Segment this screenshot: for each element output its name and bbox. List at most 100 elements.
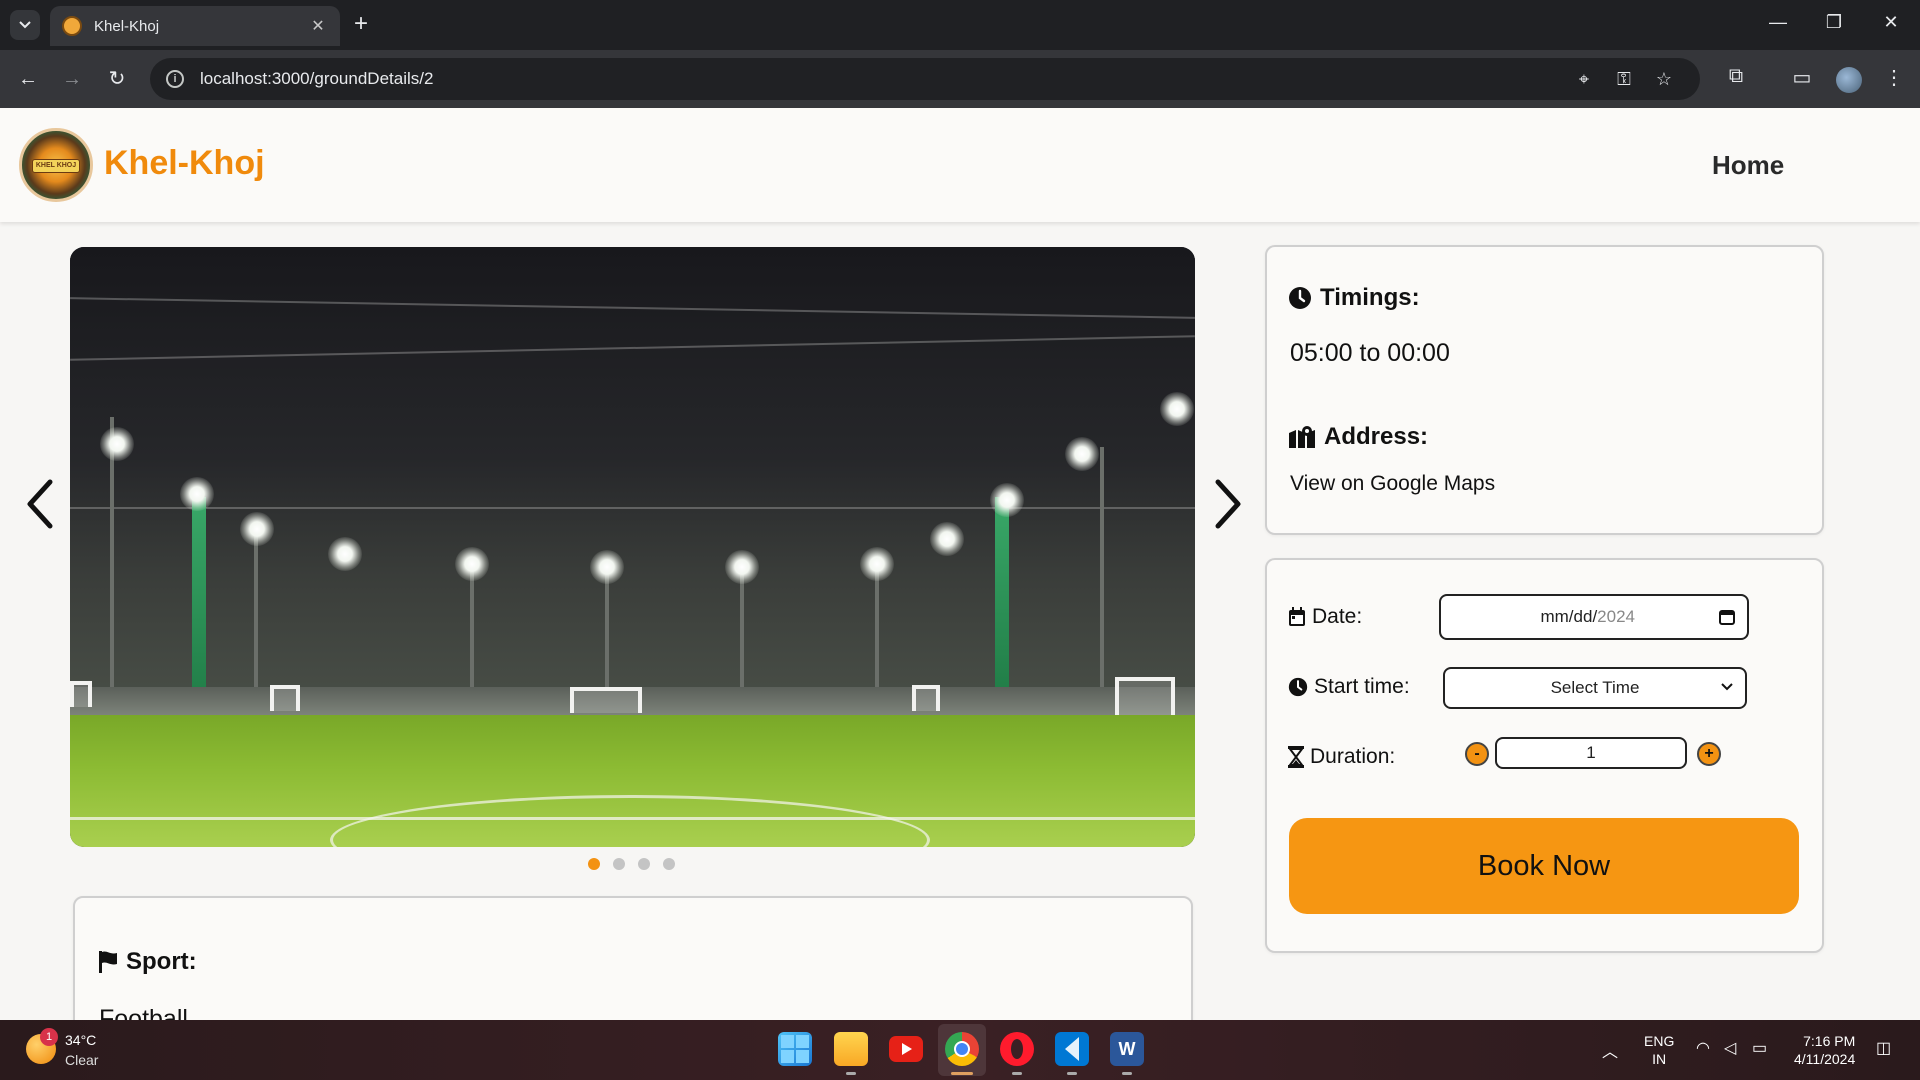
- address-label: Address:: [1324, 423, 1429, 450]
- file-explorer-icon[interactable]: [834, 1032, 868, 1066]
- youtube-icon[interactable]: [889, 1036, 923, 1062]
- duration-label: Duration:: [1310, 745, 1396, 768]
- logo-text: KHEL KHOJ: [32, 159, 80, 173]
- floodlight: [1065, 437, 1099, 471]
- floodlight: [990, 483, 1024, 517]
- sport-label: Sport:: [126, 948, 197, 975]
- word-icon[interactable]: W: [1110, 1032, 1144, 1066]
- password-key-icon[interactable]: ⚿: [1604, 69, 1644, 90]
- restore-window-icon[interactable]: ❐: [1814, 12, 1854, 33]
- os-taskbar: 1 34°C Clear W ︿ ENG IN ◠ ◁ ▭ 7:16 PM 4/…: [0, 1020, 1920, 1080]
- close-tab-icon[interactable]: ✕: [308, 16, 328, 36]
- back-arrow-icon[interactable]: ←: [14, 65, 42, 93]
- duration-input[interactable]: 1: [1495, 737, 1687, 769]
- floodlight: [100, 427, 134, 461]
- carousel-next-arrow-icon[interactable]: [1212, 478, 1246, 539]
- duration-increment-button[interactable]: +: [1697, 742, 1721, 766]
- region-code: IN: [1652, 1051, 1667, 1067]
- vscode-icon[interactable]: [1055, 1032, 1089, 1066]
- start-time-select[interactable]: Select Time: [1443, 667, 1747, 709]
- sport-card: [73, 896, 1193, 1020]
- minimize-window-icon[interactable]: —: [1758, 12, 1798, 33]
- wifi-icon[interactable]: ◠: [1696, 1038, 1710, 1058]
- volume-icon[interactable]: ◁: [1724, 1038, 1736, 1058]
- language-indicator[interactable]: ENG IN: [1644, 1032, 1674, 1068]
- new-tab-plus-icon[interactable]: +: [354, 12, 368, 36]
- cast-icon[interactable]: ▭: [1786, 65, 1818, 90]
- ground-image-carousel[interactable]: [70, 247, 1195, 847]
- nav-home-link[interactable]: Home: [1712, 150, 1784, 181]
- bookmark-star-icon[interactable]: ☆: [1644, 69, 1684, 90]
- sport-heading: Sport:: [98, 948, 197, 976]
- carousel-dot[interactable]: [588, 858, 600, 870]
- calendar-picker-icon[interactable]: [1719, 609, 1735, 625]
- taskbar-time: 7:16 PM: [1803, 1033, 1856, 1049]
- google-maps-link[interactable]: View on Google Maps: [1290, 472, 1495, 496]
- timings-value: 05:00 to 00:00: [1290, 339, 1450, 367]
- carousel-prev-arrow-icon[interactable]: [22, 478, 56, 539]
- browser-tab-active[interactable]: Khel-Khoj ✕: [50, 6, 340, 46]
- app-active-indicator: [951, 1072, 973, 1075]
- floodlight-pole: [110, 417, 114, 717]
- floodlight: [455, 547, 489, 581]
- carousel-dot[interactable]: [663, 858, 675, 870]
- profile-avatar[interactable]: [1836, 67, 1862, 93]
- windows-start-icon[interactable]: [778, 1032, 812, 1066]
- weather-condition[interactable]: Clear: [65, 1052, 98, 1068]
- calendar-icon: [1289, 607, 1305, 626]
- net-pole-green: [995, 497, 1009, 707]
- date-placeholder-year: 2024: [1597, 607, 1635, 626]
- weather-temperature[interactable]: 34°C: [65, 1032, 96, 1048]
- site-favicon-icon: [62, 16, 82, 36]
- book-now-button[interactable]: Book Now: [1289, 818, 1799, 914]
- start-time-label: Start time:: [1314, 675, 1410, 698]
- date-placeholder-md: mm/dd/: [1540, 607, 1598, 626]
- location-pin-icon[interactable]: ⌖: [1564, 69, 1604, 90]
- floodlight: [590, 550, 624, 584]
- opera-icon[interactable]: [1000, 1032, 1034, 1066]
- floodlight: [180, 477, 214, 511]
- tab-search-button[interactable]: [10, 10, 40, 40]
- browser-tab-bar: Khel-Khoj ✕ + — ❐ ✕: [0, 0, 1920, 50]
- tab-title: Khel-Khoj: [94, 17, 160, 35]
- carousel-dot[interactable]: [638, 858, 650, 870]
- clock-icon: [1288, 677, 1308, 697]
- site-navbar: KHEL KHOJ Khel-Khoj Home: [0, 108, 1920, 222]
- start-time-label-row: Start time:: [1288, 675, 1410, 699]
- goal-post: [270, 685, 300, 711]
- show-hidden-icons-chevron-icon[interactable]: ︿: [1602, 1038, 1618, 1062]
- clock-area[interactable]: 7:16 PM 4/11/2024: [1794, 1032, 1855, 1068]
- address-bar-url[interactable]: localhost:3000/groundDetails/2: [200, 69, 1564, 89]
- notifications-bell-icon[interactable]: ◫: [1876, 1038, 1891, 1058]
- chrome-icon[interactable]: [945, 1032, 979, 1066]
- duration-decrement-button[interactable]: -: [1465, 742, 1489, 766]
- floodlight: [240, 512, 274, 546]
- carousel-indicators: [588, 858, 675, 870]
- more-menu-icon[interactable]: ⋮: [1878, 65, 1910, 90]
- reload-icon[interactable]: ↻: [103, 65, 131, 93]
- extensions-puzzle-icon[interactable]: ⧉: [1720, 65, 1752, 88]
- floodlight: [1160, 392, 1194, 426]
- address-heading: Address:: [1288, 423, 1428, 451]
- carousel-photo-sky: [70, 247, 1195, 717]
- floodlight: [328, 537, 362, 571]
- booking-date-input[interactable]: mm/dd/2024: [1439, 594, 1749, 640]
- hourglass-icon: [1288, 746, 1304, 768]
- site-logo[interactable]: KHEL KHOJ: [19, 128, 93, 202]
- goal-post: [1115, 677, 1175, 715]
- floodlight: [860, 547, 894, 581]
- carousel-dot[interactable]: [613, 858, 625, 870]
- app-running-indicator: [1067, 1072, 1077, 1075]
- close-window-icon[interactable]: ✕: [1871, 12, 1911, 33]
- weather-notification-badge: 1: [40, 1028, 58, 1046]
- forward-arrow-icon[interactable]: →: [58, 65, 86, 93]
- chevron-down-icon: [19, 21, 31, 29]
- site-brand-name[interactable]: Khel-Khoj: [104, 144, 265, 183]
- site-info-icon[interactable]: i: [166, 70, 184, 88]
- timings-label: Timings:: [1320, 284, 1420, 311]
- battery-icon[interactable]: ▭: [1752, 1038, 1767, 1058]
- start-time-value: Select Time: [1550, 678, 1640, 697]
- sport-value: Football: [99, 1005, 188, 1020]
- net-pole-green: [192, 497, 206, 717]
- address-bar[interactable]: i localhost:3000/groundDetails/2 ⌖ ⚿ ☆: [150, 58, 1700, 100]
